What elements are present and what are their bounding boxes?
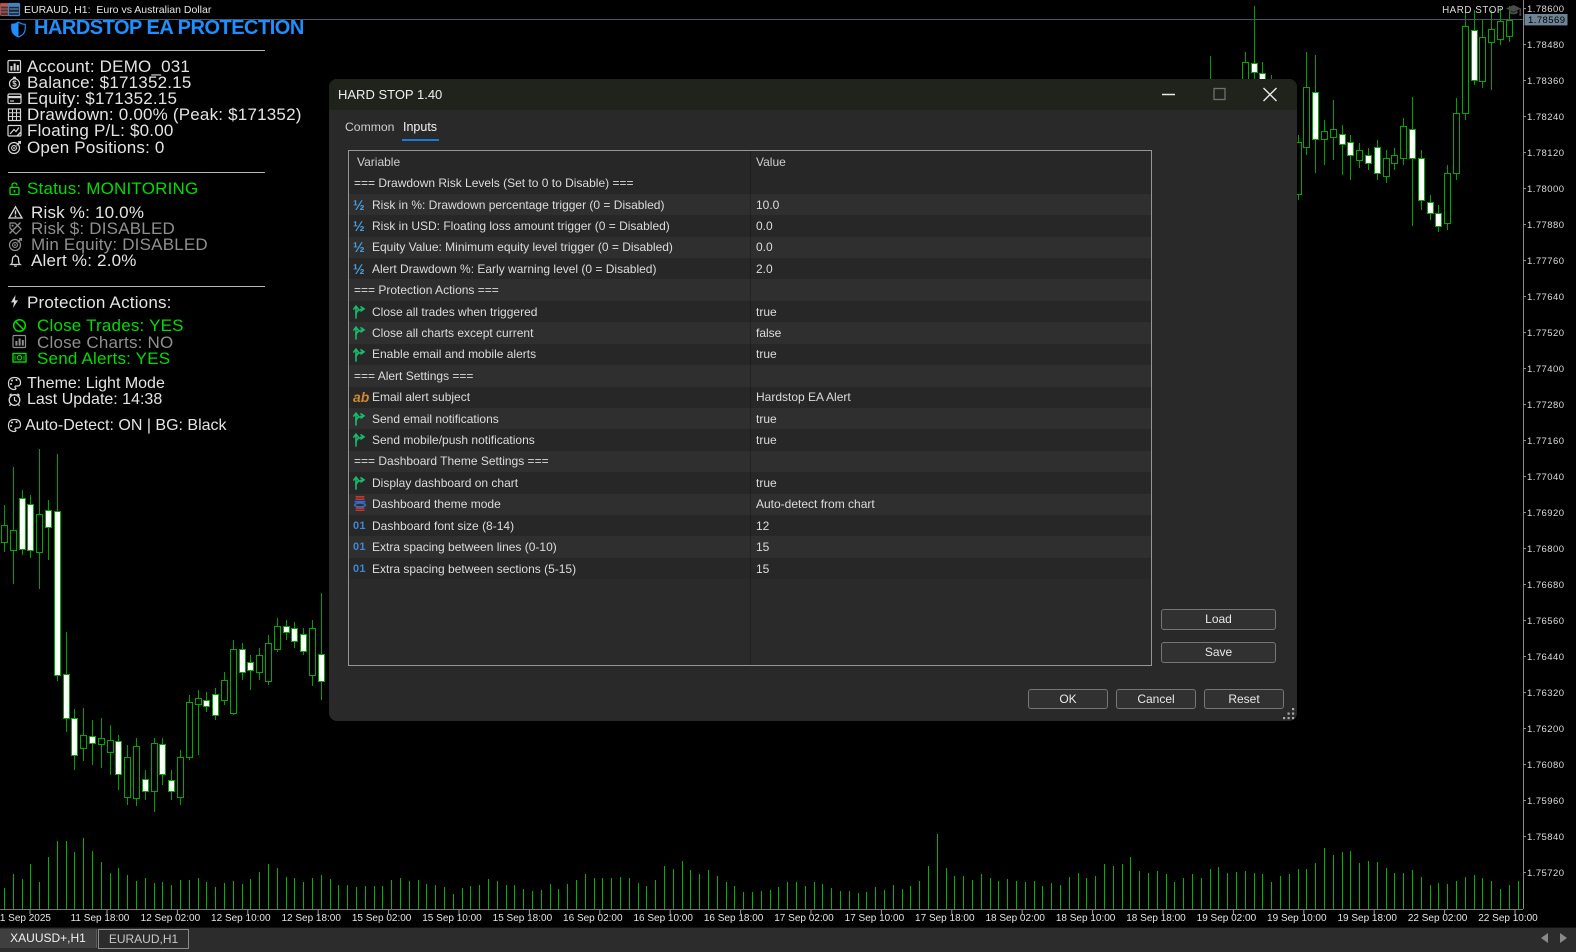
svg-text:$: $ bbox=[12, 79, 17, 88]
svg-text:16 Sep 10:00: 16 Sep 10:00 bbox=[633, 913, 693, 924]
svg-text:1.77400: 1.77400 bbox=[1527, 364, 1565, 375]
svg-text:1.76800: 1.76800 bbox=[1527, 544, 1565, 555]
svg-text:17 Sep 18:00: 17 Sep 18:00 bbox=[915, 913, 975, 924]
svg-text:19 Sep 18:00: 19 Sep 18:00 bbox=[1337, 913, 1397, 924]
svg-text:17 Sep 02:00: 17 Sep 02:00 bbox=[774, 913, 834, 924]
svg-text:1.76920: 1.76920 bbox=[1527, 508, 1565, 519]
svg-text:1.78569: 1.78569 bbox=[1528, 15, 1566, 26]
svg-text:1.76200: 1.76200 bbox=[1527, 724, 1565, 735]
svg-text:1.77520: 1.77520 bbox=[1527, 328, 1565, 339]
svg-text:18 Sep 18:00: 18 Sep 18:00 bbox=[1126, 913, 1186, 924]
svg-text:11 Sep 18:00: 11 Sep 18:00 bbox=[71, 913, 130, 924]
svg-text:17 Sep 10:00: 17 Sep 10:00 bbox=[845, 913, 905, 924]
svg-text:1.76440: 1.76440 bbox=[1527, 652, 1565, 663]
svg-text:15 Sep 02:00: 15 Sep 02:00 bbox=[352, 913, 412, 924]
svg-text:1.76320: 1.76320 bbox=[1527, 688, 1565, 699]
svg-text:22 Sep 10:00: 22 Sep 10:00 bbox=[1478, 913, 1538, 924]
svg-text:1.78120: 1.78120 bbox=[1527, 148, 1565, 159]
svg-text:16 Sep 02:00: 16 Sep 02:00 bbox=[563, 913, 623, 924]
svg-text:15 Sep 10:00: 15 Sep 10:00 bbox=[422, 913, 482, 924]
svg-text:1.78000: 1.78000 bbox=[1527, 184, 1565, 195]
svg-text:1.77160: 1.77160 bbox=[1527, 436, 1565, 447]
svg-text:19 Sep 10:00: 19 Sep 10:00 bbox=[1267, 913, 1327, 924]
svg-text:19 Sep 02:00: 19 Sep 02:00 bbox=[1197, 913, 1257, 924]
svg-text:1.77040: 1.77040 bbox=[1527, 472, 1565, 483]
svg-text:15 Sep 18:00: 15 Sep 18:00 bbox=[493, 913, 553, 924]
svg-text:1.78480: 1.78480 bbox=[1527, 40, 1565, 51]
svg-text:1.78600: 1.78600 bbox=[1527, 4, 1565, 15]
svg-text:16 Sep 18:00: 16 Sep 18:00 bbox=[704, 913, 764, 924]
svg-text:1.76080: 1.76080 bbox=[1527, 760, 1565, 771]
svg-text:12 Sep 18:00: 12 Sep 18:00 bbox=[281, 913, 341, 924]
svg-text:1.78360: 1.78360 bbox=[1527, 76, 1565, 87]
svg-text:1.75720: 1.75720 bbox=[1527, 868, 1565, 879]
svg-text:1.75840: 1.75840 bbox=[1527, 832, 1565, 843]
svg-text:1.76680: 1.76680 bbox=[1527, 580, 1565, 591]
svg-text:11 Sep 2025: 11 Sep 2025 bbox=[0, 913, 51, 924]
svg-text:1.77880: 1.77880 bbox=[1527, 220, 1565, 231]
svg-text:18 Sep 02:00: 18 Sep 02:00 bbox=[985, 913, 1045, 924]
svg-text:1.78240: 1.78240 bbox=[1527, 112, 1565, 123]
svg-text:12 Sep 02:00: 12 Sep 02:00 bbox=[141, 913, 201, 924]
svg-text:1.76560: 1.76560 bbox=[1527, 616, 1565, 627]
svg-text:18 Sep 10:00: 18 Sep 10:00 bbox=[1056, 913, 1116, 924]
svg-text:HARD STOP: HARD STOP bbox=[1442, 5, 1504, 16]
svg-text:1.75960: 1.75960 bbox=[1527, 796, 1565, 807]
svg-text:22 Sep 02:00: 22 Sep 02:00 bbox=[1408, 913, 1468, 924]
svg-text:1.77640: 1.77640 bbox=[1527, 292, 1565, 303]
svg-text:1.77280: 1.77280 bbox=[1527, 400, 1565, 411]
svg-text:1.77760: 1.77760 bbox=[1527, 256, 1565, 267]
svg-text:12 Sep 10:00: 12 Sep 10:00 bbox=[211, 913, 271, 924]
